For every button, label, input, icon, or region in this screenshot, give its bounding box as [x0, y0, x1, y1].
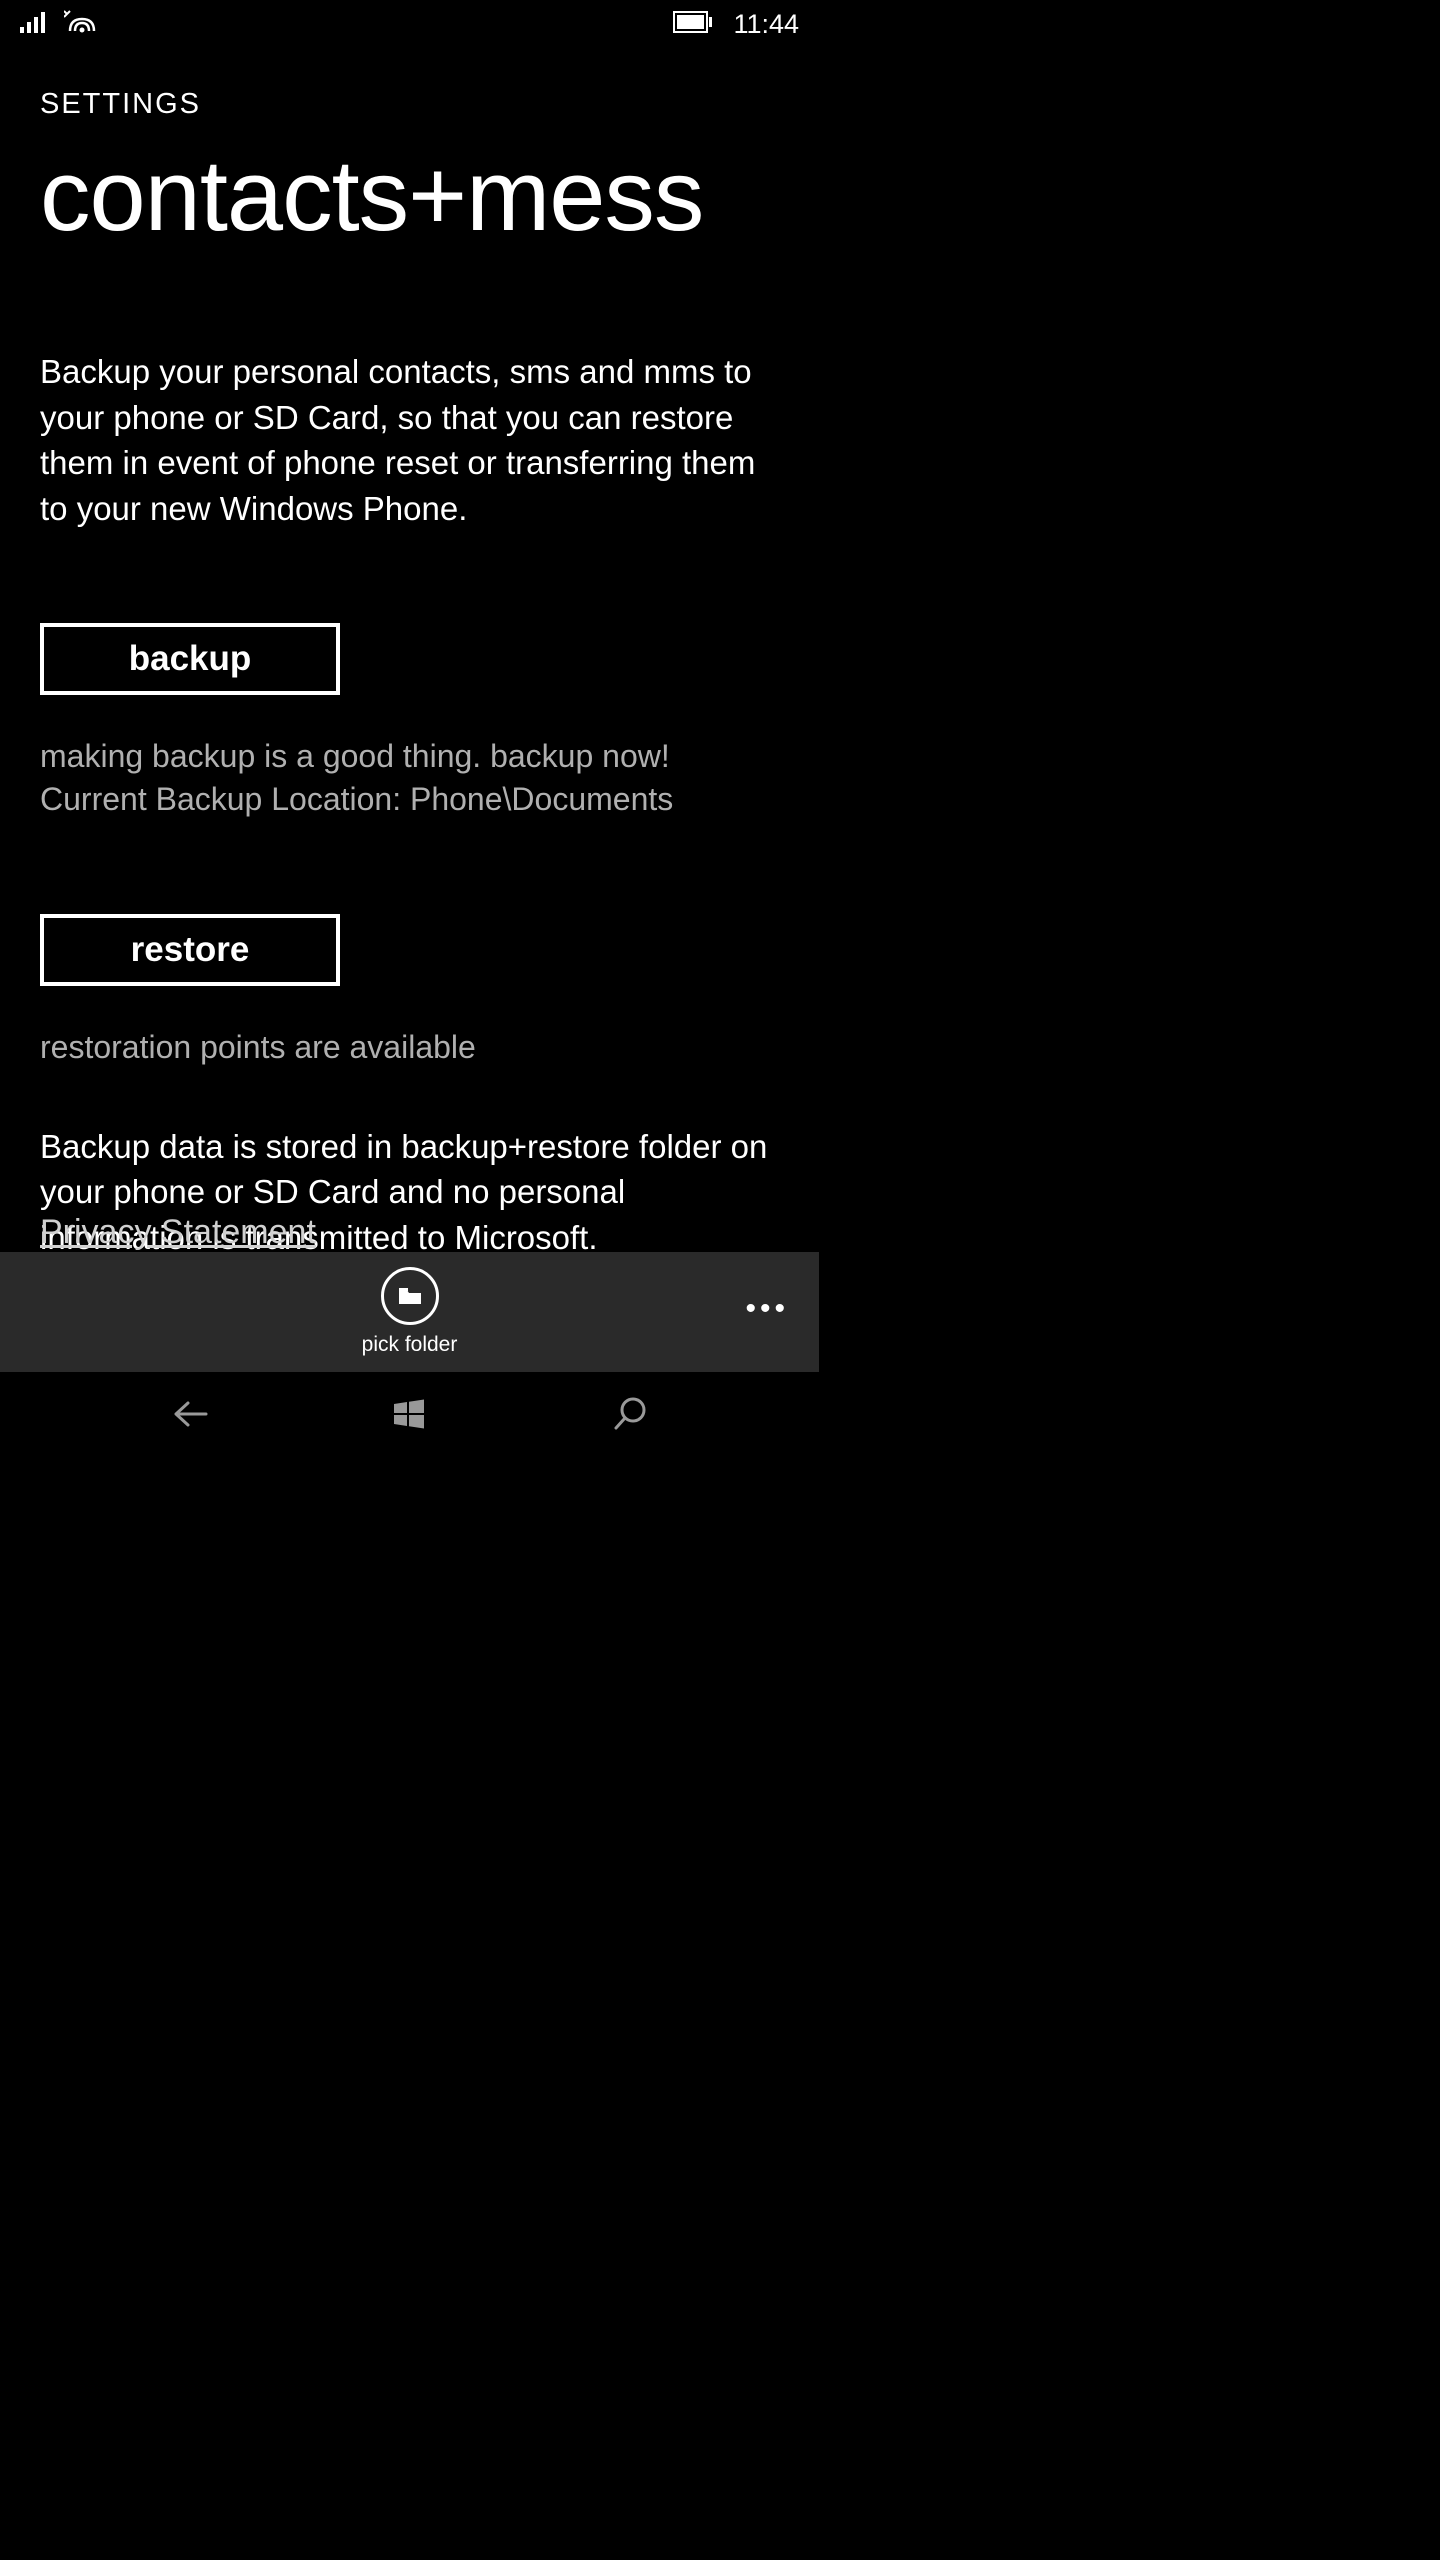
backup-button[interactable]: backup [40, 623, 340, 695]
back-button[interactable] [160, 1384, 220, 1444]
restore-button[interactable]: restore [40, 914, 340, 986]
search-button[interactable] [599, 1384, 659, 1444]
wifi-icon [64, 9, 98, 40]
battery-icon [673, 11, 713, 38]
more-button[interactable]: ••• [745, 1292, 789, 1326]
status-bar: 11:44 [0, 0, 819, 48]
signal-icon [20, 11, 46, 38]
windows-button[interactable] [379, 1384, 439, 1444]
status-right: 11:44 [673, 9, 799, 40]
nav-bar [0, 1372, 819, 1456]
pick-folder-label: pick folder [362, 1333, 458, 1357]
folder-icon [381, 1267, 439, 1325]
status-time: 11:44 [733, 9, 799, 40]
page-title: contacts+mess [40, 139, 779, 254]
app-bar: pick folder ••• [0, 1252, 819, 1372]
backup-description: Backup your personal contacts, sms and m… [40, 349, 779, 531]
content-area: SETTINGS contacts+mess Backup your perso… [0, 88, 819, 1260]
page-category: SETTINGS [40, 88, 779, 121]
privacy-statement-link[interactable]: Privacy Statement [40, 1213, 316, 1252]
backup-hint: making backup is a good thing. backup no… [40, 735, 779, 821]
pick-folder-button[interactable]: pick folder [362, 1267, 458, 1357]
restore-hint: restoration points are available [40, 1026, 779, 1069]
status-left [20, 9, 98, 40]
